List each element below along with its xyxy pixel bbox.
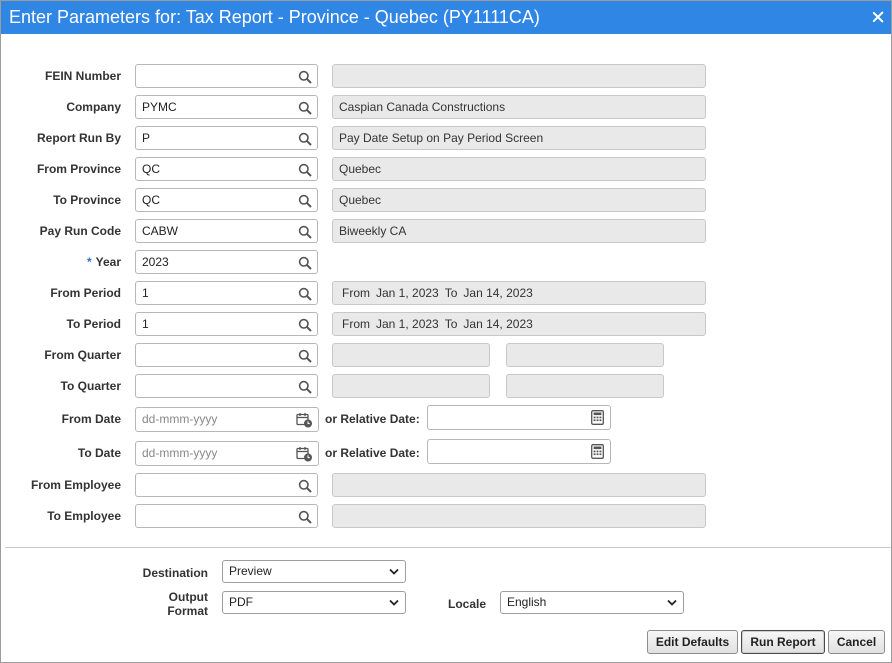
to-employee-input[interactable] xyxy=(135,504,318,528)
output-format-label: Output Format xyxy=(167,590,208,618)
from-employee-description xyxy=(332,473,706,497)
from-quarter-label: From Quarter xyxy=(44,348,121,362)
report-run-by-label: Report Run By xyxy=(37,131,121,145)
to-period-input[interactable]: 1 xyxy=(135,312,318,336)
to-province-input[interactable]: QC xyxy=(135,188,318,212)
fein-input[interactable] xyxy=(135,64,318,88)
row-to-province: To Province QC Quebec xyxy=(1,188,891,212)
search-icon[interactable] xyxy=(298,318,312,332)
to-relative-date-label: or Relative Date: xyxy=(325,446,420,460)
row-from-period: From Period 1 From Jan 1, 2023 To Jan 14, 2… xyxy=(1,281,891,305)
from-date-label: From Date xyxy=(61,412,121,426)
calendar-icon[interactable] xyxy=(296,412,313,428)
chevron-down-icon xyxy=(389,599,399,606)
row-from-employee: From Employee xyxy=(1,473,891,497)
row-year: * Year 2023 xyxy=(1,250,891,274)
search-icon[interactable] xyxy=(298,163,312,177)
calculator-icon[interactable] xyxy=(591,444,604,459)
from-period-input[interactable]: 1 xyxy=(135,281,318,305)
from-province-description: Quebec xyxy=(332,157,706,181)
row-to-quarter: To Quarter xyxy=(1,374,891,398)
close-icon[interactable] xyxy=(871,10,885,24)
to-date-label: To Date xyxy=(77,446,121,460)
search-icon[interactable] xyxy=(298,479,312,493)
from-province-label: From Province xyxy=(36,162,121,176)
year-label: * Year xyxy=(86,255,121,269)
chevron-down-icon xyxy=(389,568,399,575)
fein-label: FEIN Number xyxy=(44,69,121,83)
row-company: Company PYMC Caspian Canada Construction… xyxy=(1,95,891,119)
pay-run-code-label: Pay Run Code xyxy=(39,224,121,238)
from-relative-date-input[interactable] xyxy=(427,405,611,430)
to-relative-date-input[interactable] xyxy=(427,439,611,464)
locale-label: Locale xyxy=(447,597,486,611)
company-input[interactable]: PYMC xyxy=(135,95,318,119)
calculator-icon[interactable] xyxy=(591,410,604,425)
from-period-range: From Jan 1, 2023 To Jan 14, 2023 xyxy=(332,281,706,305)
destination-label: Destination xyxy=(142,566,208,580)
pay-run-code-description: Biweekly CA xyxy=(332,219,706,243)
edit-defaults-button[interactable]: Edit Defaults xyxy=(647,630,738,654)
year-input[interactable]: 2023 xyxy=(135,250,318,274)
search-icon[interactable] xyxy=(298,70,312,84)
search-icon[interactable] xyxy=(298,380,312,394)
company-label: Company xyxy=(66,100,121,114)
from-province-input[interactable]: QC xyxy=(135,157,318,181)
to-province-label: To Province xyxy=(53,193,121,207)
to-quarter-input[interactable] xyxy=(135,374,318,398)
run-report-button[interactable]: Run Report xyxy=(741,630,825,654)
to-period-range: From Jan 1, 2023 To Jan 14, 2023 xyxy=(332,312,706,336)
locale-select[interactable]: English xyxy=(500,591,684,614)
fein-description xyxy=(332,64,706,88)
chevron-down-icon xyxy=(667,599,677,606)
from-employee-input[interactable] xyxy=(135,473,318,497)
report-run-by-input[interactable]: P xyxy=(135,126,318,150)
search-icon[interactable] xyxy=(298,101,312,115)
dialog-title: Enter Parameters for: Tax Report - Provi… xyxy=(9,7,540,27)
row-fein: FEIN Number xyxy=(1,64,891,88)
parameters-dialog: Enter Parameters for: Tax Report - Provi… xyxy=(0,0,892,663)
to-period-label: To Period xyxy=(66,317,121,331)
row-pay-run-code: Pay Run Code CABW Biweekly CA xyxy=(1,219,891,243)
calendar-icon[interactable] xyxy=(296,446,313,462)
cancel-button[interactable]: Cancel xyxy=(828,630,885,654)
required-mark: * xyxy=(86,255,92,269)
row-from-quarter: From Quarter xyxy=(1,343,891,367)
to-province-description: Quebec xyxy=(332,188,706,212)
row-to-employee: To Employee xyxy=(1,504,891,528)
destination-select[interactable]: Preview xyxy=(222,560,406,583)
from-period-label: From Period xyxy=(50,286,121,300)
row-report-run-by: Report Run By P Pay Date Setup on Pay Pe… xyxy=(1,126,891,150)
search-icon[interactable] xyxy=(298,510,312,524)
from-quarter-input[interactable] xyxy=(135,343,318,367)
to-date-input[interactable]: dd-mmm-yyyy xyxy=(135,441,319,466)
to-quarter-start-display xyxy=(332,374,490,398)
search-icon[interactable] xyxy=(298,256,312,270)
section-divider xyxy=(5,547,891,548)
from-relative-date-label: or Relative Date: xyxy=(325,412,420,426)
row-from-date: From Date dd-mmm-yyyy or Relative Date: xyxy=(1,405,891,432)
dialog-titlebar: Enter Parameters for: Tax Report - Provi… xyxy=(1,1,891,34)
pay-run-code-input[interactable]: CABW xyxy=(135,219,318,243)
row-from-province: From Province QC Quebec xyxy=(1,157,891,181)
search-icon[interactable] xyxy=(298,194,312,208)
to-employee-label: To Employee xyxy=(47,509,121,523)
to-quarter-end-display xyxy=(506,374,664,398)
from-date-input[interactable]: dd-mmm-yyyy xyxy=(135,407,319,432)
row-to-date: To Date dd-mmm-yyyy or Relative Date: xyxy=(1,439,891,466)
from-employee-label: From Employee xyxy=(30,478,121,492)
report-run-by-description: Pay Date Setup on Pay Period Screen xyxy=(332,126,706,150)
search-icon[interactable] xyxy=(298,132,312,146)
row-to-period: To Period 1 From Jan 1, 2023 To Jan 14, 202… xyxy=(1,312,891,336)
output-format-select[interactable]: PDF xyxy=(222,591,406,614)
search-icon[interactable] xyxy=(298,225,312,239)
company-description: Caspian Canada Constructions xyxy=(332,95,706,119)
from-quarter-end-display xyxy=(506,343,664,367)
to-quarter-label: To Quarter xyxy=(60,379,121,393)
to-employee-description xyxy=(332,504,706,528)
search-icon[interactable] xyxy=(298,349,312,363)
search-icon[interactable] xyxy=(298,287,312,301)
from-quarter-start-display xyxy=(332,343,490,367)
